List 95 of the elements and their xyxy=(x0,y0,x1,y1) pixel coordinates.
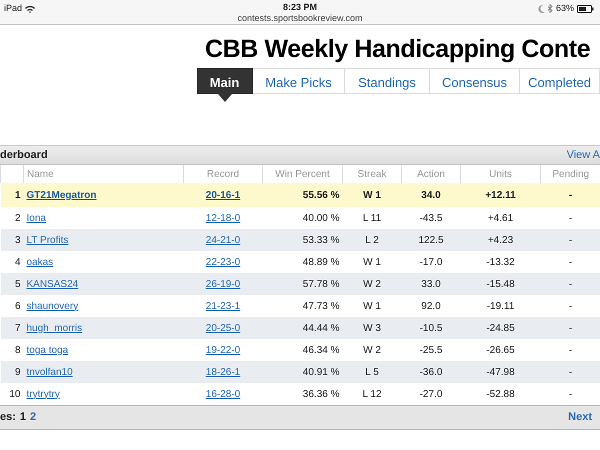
table-cell: +4.61 xyxy=(460,207,540,229)
table-cell: -43.5 xyxy=(402,207,460,229)
table-cell: 36.36 % xyxy=(262,383,342,405)
leaderboard-title: derboard xyxy=(0,148,48,163)
table-cell: 53.33 % xyxy=(262,229,342,251)
table-cell: -24.85 xyxy=(460,317,540,339)
table-cell: - xyxy=(540,361,600,383)
player-link[interactable]: tnvolfan10 xyxy=(26,366,73,378)
table-cell: -26.65 xyxy=(460,339,540,361)
table-cell: W 3 xyxy=(342,317,402,339)
url-text[interactable]: contests.sportsbookreview.com xyxy=(237,13,363,23)
table-cell: +12.11 xyxy=(460,183,540,207)
table-cell: L 11 xyxy=(342,207,402,229)
rank-cell: 3 xyxy=(0,229,24,251)
table-cell: -19.11 xyxy=(460,295,540,317)
table-cell: - xyxy=(540,273,600,295)
table-cell: 33.0 xyxy=(402,273,460,295)
player-link[interactable]: shaunovery xyxy=(26,300,78,312)
moon-icon xyxy=(538,4,545,13)
nav-tab[interactable]: Make Picks xyxy=(253,68,345,94)
player-link[interactable]: toga toga xyxy=(26,344,68,356)
table-cell: 46.34 % xyxy=(262,339,342,361)
rank-cell: 4 xyxy=(0,251,24,273)
wifi-icon xyxy=(25,4,36,13)
table-cell: - xyxy=(540,207,600,229)
table-cell: -52.88 xyxy=(460,383,540,405)
rank-cell: 1 xyxy=(0,183,24,207)
table-cell: -13.32 xyxy=(460,251,540,273)
table-cell: W 1 xyxy=(342,295,402,317)
bluetooth-icon xyxy=(548,4,553,14)
table-cell: L 2 xyxy=(342,229,402,251)
table-cell: L 12 xyxy=(342,383,402,405)
rank-cell: 9 xyxy=(0,361,24,383)
table-cell: -27.0 xyxy=(402,383,460,405)
table-cell: -25.5 xyxy=(402,339,460,361)
table-cell: L 5 xyxy=(342,361,402,383)
nav-tab[interactable]: Standings xyxy=(345,68,430,94)
record-link[interactable]: 22-23-0 xyxy=(206,256,240,268)
table-cell: - xyxy=(540,229,600,251)
table-cell: - xyxy=(540,295,600,317)
player-link[interactable]: hugh_morris xyxy=(26,322,82,334)
table-cell: -47.98 xyxy=(460,361,540,383)
table-cell: W 2 xyxy=(342,339,402,361)
page-link[interactable]: 1 xyxy=(20,409,26,426)
table-cell: 92.0 xyxy=(402,295,460,317)
record-link[interactable]: 21-23-1 xyxy=(206,300,240,312)
table-cell: W 2 xyxy=(342,273,402,295)
table-cell: -10.5 xyxy=(402,317,460,339)
nav-tab[interactable]: Completed xyxy=(520,68,600,94)
table-cell: 40.91 % xyxy=(262,361,342,383)
rank-cell: 7 xyxy=(0,317,24,339)
record-link[interactable]: 12-18-0 xyxy=(206,212,240,224)
table-cell: -17.0 xyxy=(402,251,460,273)
rank-cell: 8 xyxy=(0,339,24,361)
player-link[interactable]: KANSAS24 xyxy=(26,278,78,290)
record-link[interactable]: 16-28-0 xyxy=(206,388,240,400)
table-cell: 34.0 xyxy=(402,183,460,207)
view-all-link[interactable]: View A xyxy=(566,146,600,164)
player-link[interactable]: LT Profits xyxy=(26,234,68,246)
table-cell: - xyxy=(540,339,600,361)
rank-cell: 6 xyxy=(0,295,24,317)
table-cell: - xyxy=(540,183,600,207)
rank-cell: 5 xyxy=(0,273,24,295)
rank-cell: 2 xyxy=(0,207,24,229)
table-cell: -15.48 xyxy=(460,273,540,295)
device-name: iPad xyxy=(4,2,22,15)
nav-tab[interactable]: Consensus xyxy=(430,68,520,94)
table-cell: - xyxy=(540,317,600,339)
clock: 8:23 PM xyxy=(282,2,317,12)
table-cell: +4.23 xyxy=(460,229,540,251)
rank-cell: 10 xyxy=(0,383,24,405)
tab-pointer-icon xyxy=(218,94,232,102)
table-cell: 55.56 % xyxy=(262,183,342,207)
table-cell: 47.73 % xyxy=(262,295,342,317)
battery-percent: 63% xyxy=(556,2,574,15)
table-cell: 48.89 % xyxy=(262,251,342,273)
table-cell: 122.5 xyxy=(402,229,460,251)
page-title: CBB Weekly Handicapping Conte xyxy=(205,34,592,65)
record-link[interactable]: 19-22-0 xyxy=(206,344,240,356)
table-cell: 57.78 % xyxy=(262,273,342,295)
battery-icon xyxy=(577,4,594,13)
table-cell: - xyxy=(540,383,600,405)
table-cell: W 1 xyxy=(342,251,402,273)
table-cell: 40.00 % xyxy=(262,207,342,229)
table-cell: -36.0 xyxy=(402,361,460,383)
pages-label: es: xyxy=(0,410,16,426)
player-link[interactable]: trytrytry xyxy=(26,388,60,400)
page-link[interactable]: 2 xyxy=(30,409,36,426)
next-link[interactable]: Next xyxy=(568,409,592,426)
player-link[interactable]: Iona xyxy=(26,212,46,224)
table-cell: 44.44 % xyxy=(262,317,342,339)
table-cell: W 1 xyxy=(342,183,402,207)
nav-tab[interactable]: Main xyxy=(197,68,253,94)
player-link[interactable]: oakas xyxy=(26,256,54,268)
table-cell: - xyxy=(540,251,600,273)
